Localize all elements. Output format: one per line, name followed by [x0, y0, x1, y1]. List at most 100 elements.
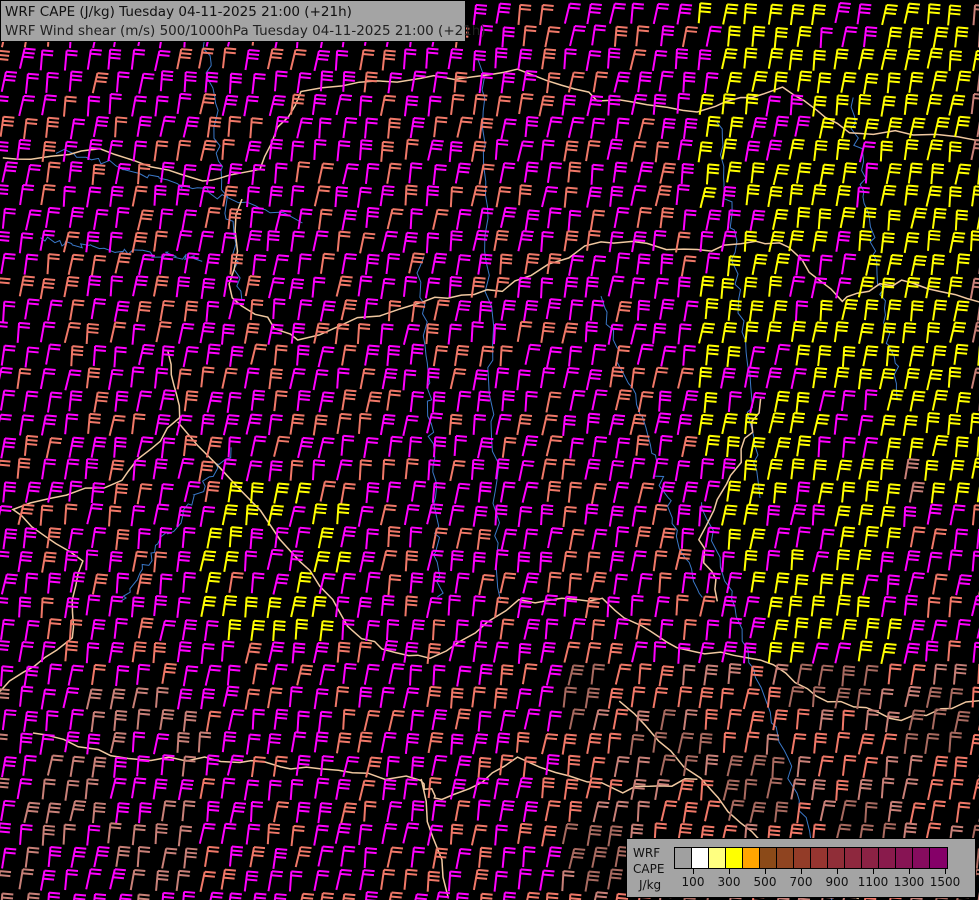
wind-barb	[295, 526, 311, 548]
wind-barb	[947, 4, 962, 26]
wind-barb	[288, 278, 305, 300]
wind-barb	[658, 572, 672, 594]
wind-barb	[522, 572, 540, 594]
wind-barb	[319, 664, 336, 686]
wind-barb	[62, 231, 80, 253]
wind-barb	[431, 252, 448, 274]
wind-barb	[523, 528, 539, 550]
wind-barb	[568, 893, 582, 900]
wind-barb	[182, 571, 196, 593]
wind-barb	[728, 116, 744, 138]
wind-barb	[839, 206, 856, 229]
wind-barb	[295, 482, 312, 504]
wind-barb	[335, 732, 352, 754]
wind-barb	[387, 574, 402, 596]
wind-barb	[585, 369, 603, 391]
wind-barb	[431, 571, 446, 593]
wind-barb	[289, 413, 305, 435]
wind-barb	[812, 367, 828, 389]
wind-barb	[568, 254, 585, 276]
wind-barb	[90, 298, 107, 320]
wind-barb	[796, 206, 811, 228]
wind-barb	[698, 366, 713, 388]
wind-barb	[153, 551, 168, 573]
wind-barb	[607, 825, 623, 847]
wind-barb	[727, 299, 742, 321]
wind-barb	[295, 801, 311, 823]
wind-barb	[69, 708, 84, 730]
wind-barb	[541, 48, 557, 70]
wind-barb	[388, 663, 405, 685]
wind-barb	[879, 505, 896, 527]
wind-barb	[788, 138, 805, 160]
wind-barb	[476, 528, 492, 550]
wind-barb	[450, 93, 465, 115]
wind-barb	[812, 49, 826, 71]
wind-barb	[880, 48, 898, 71]
wind-barb	[660, 345, 677, 367]
wind-barb	[901, 777, 919, 800]
wind-barb	[250, 755, 266, 778]
wind-barb	[68, 436, 85, 458]
wind-barb	[720, 367, 736, 389]
wind-barb	[955, 801, 971, 823]
wind-barb	[864, 801, 878, 823]
wind-barb	[40, 183, 56, 206]
wind-barb	[903, 93, 919, 115]
wind-barb	[863, 664, 879, 686]
wind-barb	[660, 117, 676, 139]
wind-barb	[226, 664, 241, 686]
wind-barb	[765, 549, 781, 571]
wind-barb	[152, 275, 169, 297]
wind-barb	[817, 664, 834, 686]
wind-barb	[749, 209, 766, 231]
wind-barb	[660, 709, 676, 731]
wind-barb	[908, 619, 926, 641]
wind-barb	[948, 596, 963, 618]
wind-barb	[450, 687, 464, 709]
wind-barb	[728, 799, 745, 821]
wind-barb	[317, 710, 333, 732]
wind-barb	[743, 3, 758, 25]
wind-barb	[722, 779, 740, 801]
wind-barb	[609, 185, 624, 207]
wind-barb	[408, 436, 423, 458]
wind-barb	[932, 26, 949, 48]
wind-barb	[478, 846, 493, 868]
wind-barb	[561, 458, 576, 480]
wind-barb	[23, 434, 39, 456]
wind-barb	[954, 482, 970, 504]
wind-barb	[243, 550, 258, 572]
wind-barb	[925, 321, 941, 344]
wind-barb	[273, 708, 289, 730]
wind-barb	[137, 528, 151, 550]
wind-barb	[969, 230, 979, 252]
wind-barb	[705, 619, 720, 641]
wind-barb	[364, 253, 380, 275]
wind-barb	[751, 70, 768, 92]
wind-barb	[336, 503, 350, 525]
wind-barb	[16, 367, 32, 390]
wind-barb	[789, 412, 806, 434]
wind-barb	[152, 458, 168, 480]
wind-barb	[47, 891, 61, 900]
wind-barb	[586, 412, 601, 434]
wind-barb	[0, 892, 14, 900]
wind-barb	[62, 95, 77, 117]
wind-barb	[540, 277, 554, 299]
wind-barb	[523, 299, 539, 322]
wind-barb	[0, 413, 12, 423]
wind-barb	[495, 458, 510, 480]
wind-barb	[340, 526, 357, 548]
wind-barb	[381, 458, 396, 480]
wind-barb	[365, 571, 381, 593]
wind-barb	[660, 253, 674, 275]
wind-barb	[45, 710, 59, 732]
wind-barb	[593, 891, 608, 900]
wind-barb	[681, 25, 698, 48]
cape-legend: WRF CAPE J/kg 100 300 500 700 900 1100 1300 150…	[626, 838, 976, 898]
wind-barb	[590, 663, 605, 685]
wind-barb	[654, 596, 670, 618]
wind-barb	[454, 572, 470, 594]
wind-barb	[158, 526, 173, 549]
